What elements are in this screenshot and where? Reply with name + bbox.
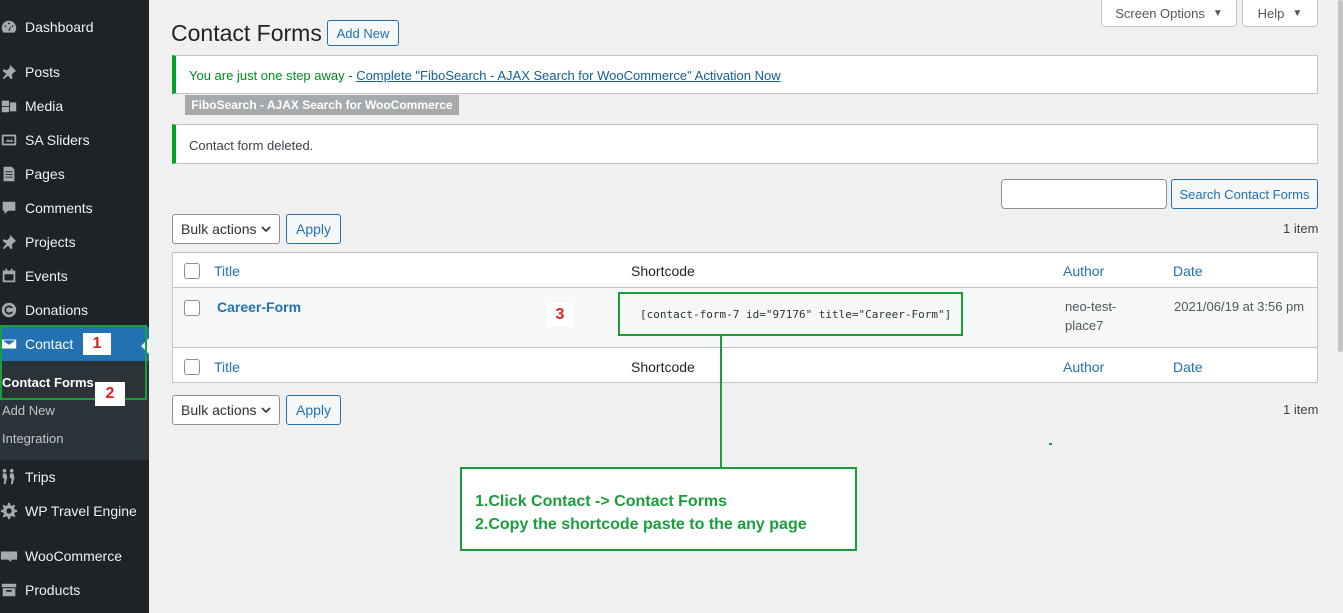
gear-icon bbox=[0, 501, 22, 521]
caret-down-icon: ▼ bbox=[1212, 7, 1223, 19]
column-footer-shortcode: Shortcode bbox=[631, 359, 695, 375]
select-all-checkbox-bottom[interactable] bbox=[184, 359, 200, 375]
admin-sidebar: Dashboard Posts Media SA Sliders Pages C… bbox=[0, 0, 149, 613]
sidebar-item-label: Events bbox=[25, 268, 68, 284]
select-all-checkbox-top[interactable] bbox=[184, 263, 200, 279]
screen-options-label: Screen Options bbox=[1115, 5, 1205, 21]
sidebar-item-posts[interactable]: Posts bbox=[0, 55, 149, 89]
sidebar-item-media[interactable]: Media bbox=[0, 89, 149, 123]
comment-icon bbox=[0, 198, 22, 218]
chevron-down-icon bbox=[261, 226, 271, 233]
donation-icon bbox=[0, 300, 22, 320]
help-label: Help bbox=[1257, 5, 1285, 21]
sidebar-item-comments[interactable]: Comments bbox=[0, 191, 149, 225]
sidebar-item-label: Dashboard bbox=[25, 19, 94, 35]
submenu-integration[interactable]: Integration bbox=[2, 431, 63, 446]
page-title: Contact Forms bbox=[171, 20, 322, 46]
deleted-notice-text: Contact form deleted. bbox=[189, 138, 314, 153]
search-input[interactable] bbox=[1001, 179, 1167, 209]
author-line-1: neo-test- bbox=[1065, 299, 1117, 314]
search-contact-forms-button[interactable]: Search Contact Forms bbox=[1171, 179, 1318, 209]
date-cell: 2021/06/19 at 3:56 pm bbox=[1174, 299, 1305, 314]
item-count-bottom: 1 item bbox=[1283, 402, 1319, 417]
archive-icon bbox=[0, 580, 22, 600]
bulk-actions-label: Bulk actions bbox=[181, 402, 257, 418]
bulk-actions-label: Bulk actions bbox=[181, 221, 257, 237]
column-header-date[interactable]: Date bbox=[1173, 263, 1203, 279]
row-checkbox[interactable] bbox=[184, 300, 200, 316]
submenu-add-new[interactable]: Add New bbox=[2, 403, 55, 418]
column-header-shortcode: Shortcode bbox=[631, 263, 695, 279]
notice-text: You are just one step away - Complete "F… bbox=[189, 68, 781, 83]
annotation-badge-2: 2 bbox=[95, 382, 125, 406]
sidebar-item-label: Trips bbox=[25, 469, 56, 485]
page-scrollbar[interactable] bbox=[1338, 0, 1343, 352]
notice-prefix: You are just one step away - bbox=[189, 68, 357, 83]
media-icon bbox=[0, 96, 22, 116]
annotation-connector-line bbox=[720, 336, 722, 467]
sidebar-item-label: WP Travel Engine bbox=[25, 503, 137, 519]
chevron-down-icon bbox=[261, 407, 271, 414]
column-footer-title[interactable]: Title bbox=[214, 359, 240, 375]
instruction-callout: 1.Click Contact -> Contact Forms 2.Copy … bbox=[460, 467, 857, 551]
add-new-button[interactable]: Add New bbox=[327, 20, 399, 46]
sidebar-item-sa-sliders[interactable]: SA Sliders bbox=[0, 123, 149, 157]
column-footer-author[interactable]: Author bbox=[1063, 359, 1104, 375]
help-button[interactable]: Help ▼ bbox=[1242, 0, 1318, 27]
apply-button-top[interactable]: Apply bbox=[286, 214, 341, 244]
sidebar-item-label: Comments bbox=[25, 200, 93, 216]
sidebar-item-woocommerce[interactable]: WooCommerce bbox=[0, 539, 149, 573]
sidebar-item-donations[interactable]: Donations bbox=[0, 293, 149, 327]
callout-step-2: 2.Copy the shortcode paste to the any pa… bbox=[475, 516, 807, 533]
fibo-plugin-tag: FiboSearch - AJAX Search for WooCommerce bbox=[185, 95, 459, 115]
dashboard-icon bbox=[0, 17, 22, 37]
sidebar-item-label: Products bbox=[25, 582, 81, 598]
sidebar-item-dashboard[interactable]: Dashboard bbox=[0, 10, 149, 44]
sidebar-item-events[interactable]: Events bbox=[0, 259, 149, 293]
column-header-author[interactable]: Author bbox=[1063, 263, 1104, 279]
author-cell: neo-test- place7 bbox=[1065, 297, 1116, 335]
slides-icon bbox=[0, 130, 22, 150]
author-line-2: place7 bbox=[1065, 318, 1104, 333]
row-divider bbox=[173, 347, 1317, 348]
sidebar-item-projects[interactable]: Projects bbox=[0, 225, 149, 259]
annotation-box-shortcode bbox=[618, 292, 963, 336]
sidebar-item-label: WooCommerce bbox=[25, 548, 122, 564]
activation-link[interactable]: Complete "FiboSearch - AJAX Search for W… bbox=[356, 68, 780, 83]
annotation-dot bbox=[1049, 443, 1052, 445]
sidebar-item-trips[interactable]: Trips bbox=[0, 460, 149, 494]
sidebar-item-label: Pages bbox=[25, 166, 65, 182]
callout-step-1: 1.Click Contact -> Contact Forms bbox=[475, 493, 728, 510]
woo-icon bbox=[0, 546, 22, 566]
fibo-activation-notice: You are just one step away - Complete "F… bbox=[172, 55, 1318, 94]
annotation-badge-1: 1 bbox=[83, 333, 111, 355]
sidebar-item-label: Projects bbox=[25, 234, 76, 250]
sidebar-item-label: Donations bbox=[25, 302, 89, 318]
caret-down-icon: ▼ bbox=[1292, 7, 1303, 19]
bulk-actions-select-bottom[interactable]: Bulk actions bbox=[172, 395, 280, 425]
bulk-actions-select-top[interactable]: Bulk actions bbox=[172, 214, 280, 244]
calendar-icon bbox=[0, 266, 22, 286]
screen-options-button[interactable]: Screen Options ▼ bbox=[1101, 0, 1237, 27]
pin-icon bbox=[0, 232, 22, 252]
page-icon bbox=[0, 164, 22, 184]
column-footer-date[interactable]: Date bbox=[1173, 359, 1203, 375]
sidebar-item-label: Posts bbox=[25, 64, 61, 80]
annotation-badge-3: 3 bbox=[546, 303, 574, 327]
apply-button-bottom[interactable]: Apply bbox=[286, 395, 341, 425]
sidebar-item-products[interactable]: Products bbox=[0, 573, 149, 607]
hikers-icon bbox=[0, 467, 22, 487]
sidebar-item-pages[interactable]: Pages bbox=[0, 157, 149, 191]
form-title-link[interactable]: Career-Form bbox=[217, 299, 301, 315]
deleted-notice: Contact form deleted. bbox=[172, 124, 1318, 164]
column-header-title[interactable]: Title bbox=[214, 263, 240, 279]
sidebar-item-label: SA Sliders bbox=[25, 132, 90, 148]
pin-icon bbox=[0, 62, 22, 82]
item-count-top: 1 item bbox=[1283, 221, 1319, 236]
sidebar-item-label: Media bbox=[25, 98, 64, 114]
sidebar-item-wp-travel-engine[interactable]: WP Travel Engine bbox=[0, 494, 149, 528]
